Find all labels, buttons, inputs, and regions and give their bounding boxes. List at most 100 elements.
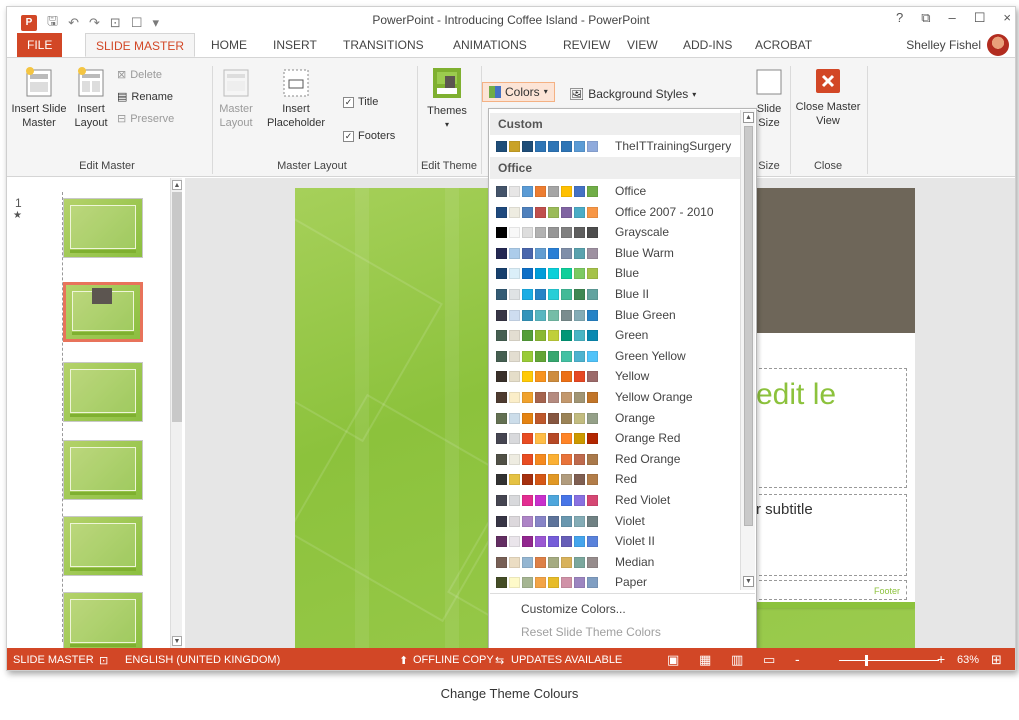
picture-placeholder[interactable] xyxy=(745,188,915,333)
scroll-down-icon[interactable]: ▼ xyxy=(743,576,754,587)
color-swatch xyxy=(561,330,572,342)
zoom-in-button[interactable]: + xyxy=(937,651,945,667)
thumbnail-slide-master[interactable] xyxy=(63,198,143,258)
delete-icon: ⊠ xyxy=(117,69,127,81)
footer-placeholder[interactable]: Footer xyxy=(749,580,907,600)
color-swatch xyxy=(548,330,559,342)
zoom-slider-thumb[interactable] xyxy=(865,655,868,666)
fit-to-window-icon[interactable]: ⊞ xyxy=(991,652,1002,668)
color-swatch xyxy=(548,268,559,280)
ribbon-separator xyxy=(867,66,868,174)
color-scheme-item[interactable]: Yellow xyxy=(490,366,740,386)
title-placeholder[interactable]: edit le xyxy=(749,368,907,488)
color-scheme-item[interactable]: Blue II xyxy=(490,284,740,304)
subtitle-placeholder[interactable]: r subtitle xyxy=(749,494,907,576)
thumbnail-layout-title[interactable] xyxy=(63,282,143,342)
color-scheme-item[interactable]: Violet xyxy=(490,511,740,531)
scroll-up-icon[interactable]: ▲ xyxy=(172,180,182,190)
insert-layout-button[interactable]: Insert Layout xyxy=(71,66,111,130)
color-swatch xyxy=(535,412,546,424)
scroll-up-icon[interactable]: ▲ xyxy=(743,112,754,123)
tab-transitions[interactable]: TRANSITIONS xyxy=(333,33,434,57)
color-scheme-item[interactable]: Blue Warm xyxy=(490,243,740,263)
reading-view-icon[interactable]: ▥ xyxy=(731,652,743,668)
customize-colors-item[interactable]: Customize Colors... xyxy=(521,602,626,616)
normal-view-icon[interactable]: ▣ xyxy=(667,652,679,668)
tab-view[interactable]: VIEW xyxy=(617,33,668,57)
minimize-icon[interactable]: – xyxy=(949,10,956,26)
color-swatch xyxy=(548,350,559,362)
color-scheme-item[interactable]: Median xyxy=(490,552,740,572)
color-scheme-item[interactable]: Green xyxy=(490,325,740,345)
colors-button[interactable]: Colors ▾ xyxy=(482,82,555,102)
color-swatch-strip xyxy=(496,577,598,589)
color-scheme-item[interactable]: Grayscale xyxy=(490,222,740,242)
color-scheme-item[interactable]: Violet II xyxy=(490,531,740,551)
help-icon[interactable]: ? xyxy=(896,10,903,26)
user-name[interactable]: Shelley Fishel xyxy=(906,38,981,52)
scrollbar-thumb[interactable] xyxy=(744,126,753,526)
color-swatch xyxy=(574,453,585,465)
colors-dropdown-scrollbar[interactable]: ▲ ▼ xyxy=(740,110,755,590)
close-window-icon[interactable]: × xyxy=(1003,10,1011,26)
color-scheme-item[interactable]: Orange Red xyxy=(490,428,740,448)
preserve-button[interactable]: ⊟ Preserve xyxy=(117,112,174,126)
spelling-check-icon[interactable]: ⊡ xyxy=(99,654,108,667)
scrollbar-thumb[interactable] xyxy=(172,192,182,422)
updates-available-label[interactable]: UPDATES AVAILABLE xyxy=(511,654,622,666)
slide-sorter-icon[interactable]: ▦ xyxy=(699,652,711,668)
ribbon-display-options-icon[interactable]: ⧉ xyxy=(921,10,930,26)
tab-review[interactable]: REVIEW xyxy=(553,33,620,57)
zoom-level[interactable]: 63% xyxy=(957,654,979,666)
color-scheme-item[interactable]: Orange xyxy=(490,408,740,428)
tab-slide-master[interactable]: SLIDE MASTER xyxy=(85,33,196,57)
tab-animations[interactable]: ANIMATIONS xyxy=(443,33,537,57)
language-label[interactable]: ENGLISH (UNITED KINGDOM) xyxy=(125,654,280,666)
color-scheme-item[interactable]: Office xyxy=(490,181,740,201)
color-scheme-item[interactable]: Red xyxy=(490,469,740,489)
master-layout-button[interactable]: Master Layout xyxy=(215,66,257,130)
slide-show-icon[interactable]: ▭ xyxy=(763,652,775,668)
color-scheme-item[interactable]: Paper xyxy=(490,572,740,592)
reset-slide-theme-colors-item[interactable]: Reset Slide Theme Colors xyxy=(521,625,661,639)
color-swatch xyxy=(535,495,546,506)
thumbnail-layout[interactable] xyxy=(63,440,143,500)
tab-home[interactable]: HOME xyxy=(201,33,257,57)
themes-button[interactable]: Themes ▾ xyxy=(421,66,473,132)
close-master-view-button[interactable]: Close Master View xyxy=(793,66,863,128)
color-scheme-item[interactable]: Red Orange xyxy=(490,449,740,469)
tab-insert[interactable]: INSERT xyxy=(263,33,327,57)
thumbnail-layout[interactable] xyxy=(63,362,143,422)
insert-placeholder-button[interactable]: Insert Placeholder xyxy=(259,66,333,130)
layout-preview-card[interactable]: edit le r subtitle Footer xyxy=(745,188,915,608)
zoom-slider[interactable] xyxy=(839,660,939,661)
color-scheme-item[interactable]: Blue Green xyxy=(490,305,740,325)
avatar[interactable] xyxy=(987,34,1009,56)
zoom-out-button[interactable]: - xyxy=(795,651,800,667)
insert-slide-master-button[interactable]: Insert Slide Master xyxy=(11,66,67,130)
color-scheme-label: Office 2007 - 2010 xyxy=(615,204,714,219)
color-scheme-item[interactable]: Blue xyxy=(490,263,740,283)
color-scheme-item[interactable]: Green Yellow xyxy=(490,346,740,366)
color-scheme-item[interactable]: Office 2007 - 2010 xyxy=(490,202,740,222)
thumbnails-scrollbar[interactable]: ▲ ▼ xyxy=(170,178,182,648)
thumbnail-layout[interactable] xyxy=(63,592,143,652)
background-styles-button[interactable]: 🖼 Background Styles ▾ xyxy=(569,87,696,101)
delete-button[interactable]: ⊠ Delete xyxy=(117,68,162,82)
color-scheme-item[interactable]: Red Violet xyxy=(490,490,740,510)
rename-button[interactable]: ▤ Rename xyxy=(117,90,173,104)
offline-copy-label[interactable]: OFFLINE COPY xyxy=(413,654,494,666)
thumbnail-layout[interactable] xyxy=(63,516,143,576)
footers-checkbox[interactable]: ✓ Footers xyxy=(343,130,395,142)
scroll-down-icon[interactable]: ▼ xyxy=(172,636,182,646)
title-checkbox[interactable]: ✓ Title xyxy=(343,96,378,108)
color-swatch-strip xyxy=(496,433,598,445)
color-swatch xyxy=(522,392,533,403)
color-scheme-item[interactable]: Yellow Orange xyxy=(490,387,740,407)
tab-add-ins[interactable]: ADD-INS xyxy=(673,33,742,57)
tab-file[interactable]: FILE xyxy=(17,33,63,57)
tab-acrobat[interactable]: ACROBAT xyxy=(745,33,822,57)
maximize-icon[interactable]: ☐ xyxy=(974,10,986,26)
color-swatch xyxy=(574,186,585,197)
color-scheme-custom[interactable]: TheITTrainingSurgery xyxy=(490,136,740,156)
